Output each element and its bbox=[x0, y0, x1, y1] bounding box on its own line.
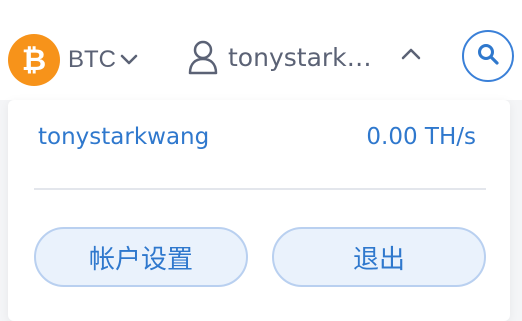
account-row: tonystarkwang 0.00 TH/s bbox=[38, 124, 476, 150]
search-icon bbox=[476, 42, 500, 70]
account-name[interactable]: tonystarkwang bbox=[38, 124, 209, 150]
top-bar: ₿ BTC tonystark… bbox=[0, 0, 522, 100]
user-name: tonystark… bbox=[228, 42, 372, 72]
search-button[interactable] bbox=[462, 30, 514, 82]
user-menu-toggle[interactable]: tonystark… bbox=[186, 38, 372, 76]
hashrate-value: 0.00 TH/s bbox=[366, 124, 476, 150]
coin-name: BTC bbox=[68, 46, 116, 73]
user-icon bbox=[186, 38, 220, 76]
bitcoin-logo-icon: ₿ bbox=[8, 34, 60, 86]
account-settings-button[interactable]: 帐户设置 bbox=[34, 227, 248, 287]
chevron-down-icon bbox=[120, 54, 138, 66]
chevron-up-icon[interactable] bbox=[400, 46, 422, 65]
coin-symbol: ₿ bbox=[21, 42, 47, 78]
divider bbox=[34, 188, 486, 190]
logout-button[interactable]: 退出 bbox=[272, 227, 486, 287]
user-dropdown-panel: tonystarkwang 0.00 TH/s 帐户设置 退出 bbox=[8, 100, 510, 321]
coin-selector[interactable]: ₿ BTC bbox=[8, 34, 138, 86]
